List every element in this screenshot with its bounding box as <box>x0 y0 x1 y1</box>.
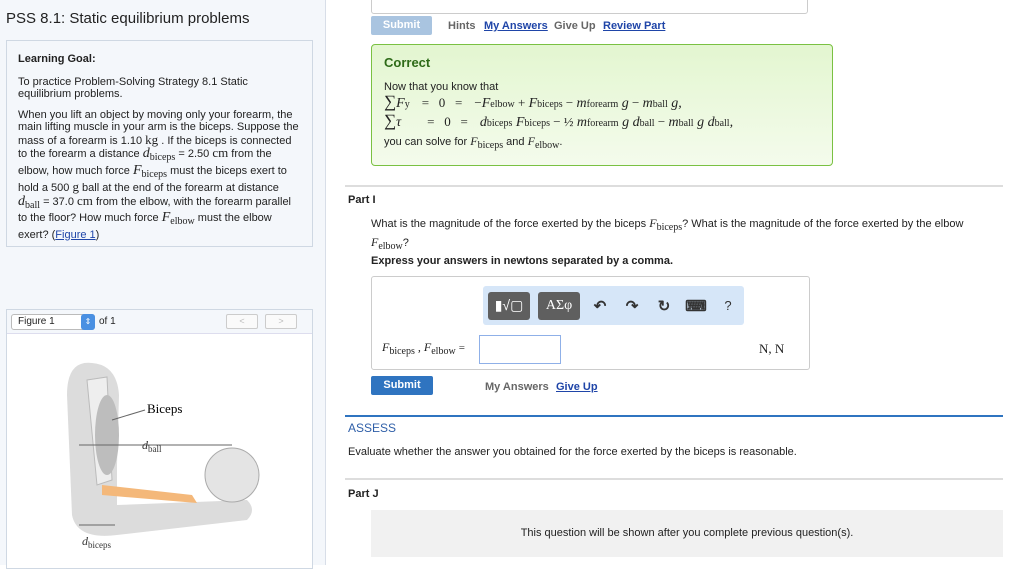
torque-equation: ∑ τ = 0 = d biceps Fbiceps − ½ m forearm g db… <box>384 111 734 130</box>
part-j-label: Part J <box>348 488 379 500</box>
divider <box>345 478 1003 480</box>
next-figure-button[interactable]: > <box>265 314 297 329</box>
force-equation: ∑ Fy = 0 = − Felbow + Fbiceps − m forearm g −… <box>384 92 682 111</box>
submit-button[interactable]: Submit <box>371 376 433 395</box>
math-toolbar: ▮√▢ ΑΣφ ↶ ↷ ↻ ⌨ ? <box>483 286 744 325</box>
goal-intro: To practice Problem-Solving Strategy 8.1… <box>18 75 248 101</box>
correct-feedback-box: Correct Now that you know that ∑ Fy = 0 = −… <box>371 44 833 166</box>
page-title: PSS 8.1: Static equilibrium problems <box>6 10 250 27</box>
keyboard-icon[interactable]: ⌨ <box>684 297 708 315</box>
ball <box>204 447 260 503</box>
assess-text: Evaluate whether the answer you obtained… <box>348 446 797 458</box>
help-icon[interactable]: ? <box>716 298 740 313</box>
correct-heading: Correct <box>384 55 431 70</box>
express-instruction: Express your answers in newtons separate… <box>371 255 674 267</box>
biceps-label: Biceps <box>147 401 182 416</box>
previous-answer-box <box>371 0 808 14</box>
undo-icon[interactable]: ↶ <box>588 297 612 315</box>
arm-illustration: Biceps dball dbiceps <box>67 362 260 550</box>
figure-count: of 1 <box>99 316 116 327</box>
templates-button[interactable]: ▮√▢ <box>488 291 530 320</box>
biceps-muscle <box>95 395 119 475</box>
chevron-updown-icon: ⇕ <box>81 313 95 330</box>
figure-link[interactable]: Figure 1 <box>55 229 95 241</box>
redo-icon[interactable]: ↷ <box>620 297 644 315</box>
answer-label: Fbiceps , Felbow = <box>382 340 465 357</box>
assess-label: ASSESS <box>348 421 397 435</box>
learning-goal-heading: Learning Goal: <box>18 53 96 65</box>
my-answers-label: My Answers <box>485 381 549 393</box>
review-part-link[interactable]: Review Part <box>603 20 665 32</box>
part-j-locked-message: This question will be shown after you co… <box>371 510 1003 557</box>
part-i-label: Part I <box>348 194 376 206</box>
prev-figure-button[interactable]: < <box>226 314 258 329</box>
divider <box>345 185 1003 187</box>
answer-input[interactable] <box>479 335 561 364</box>
give-up-label: Give Up <box>554 20 596 32</box>
submit-button-disabled: Submit <box>371 16 432 35</box>
problem-text: When you lift an object by moving only y… <box>18 108 299 241</box>
figure-toolbar: Figure 1 ⇕ of 1 < > <box>7 310 312 334</box>
assess-divider <box>345 415 1003 417</box>
hints-label: Hints <box>448 20 476 32</box>
figure-panel: Figure 1 ⇕ of 1 < > Biceps dball dbiceps <box>6 309 313 569</box>
part-i-question: What is the magnitude of the force exert… <box>371 216 964 252</box>
correct-outro: you can solve for Fbiceps and Felbow. <box>384 134 563 151</box>
give-up-link[interactable]: Give Up <box>556 381 598 393</box>
dbiceps-label: dbiceps <box>82 534 111 550</box>
dball-label: dball <box>142 438 162 454</box>
my-answers-link[interactable]: My Answers <box>484 20 548 32</box>
reset-icon[interactable]: ↻ <box>652 297 676 315</box>
units-label: N, N <box>759 341 785 356</box>
greek-symbols-button[interactable]: ΑΣφ <box>538 291 580 320</box>
correct-intro: Now that you know that <box>384 81 499 93</box>
figure-select[interactable]: Figure 1 ⇕ <box>11 313 95 330</box>
learning-goal-box: Learning Goal: To practice Problem-Solvi… <box>6 40 313 247</box>
